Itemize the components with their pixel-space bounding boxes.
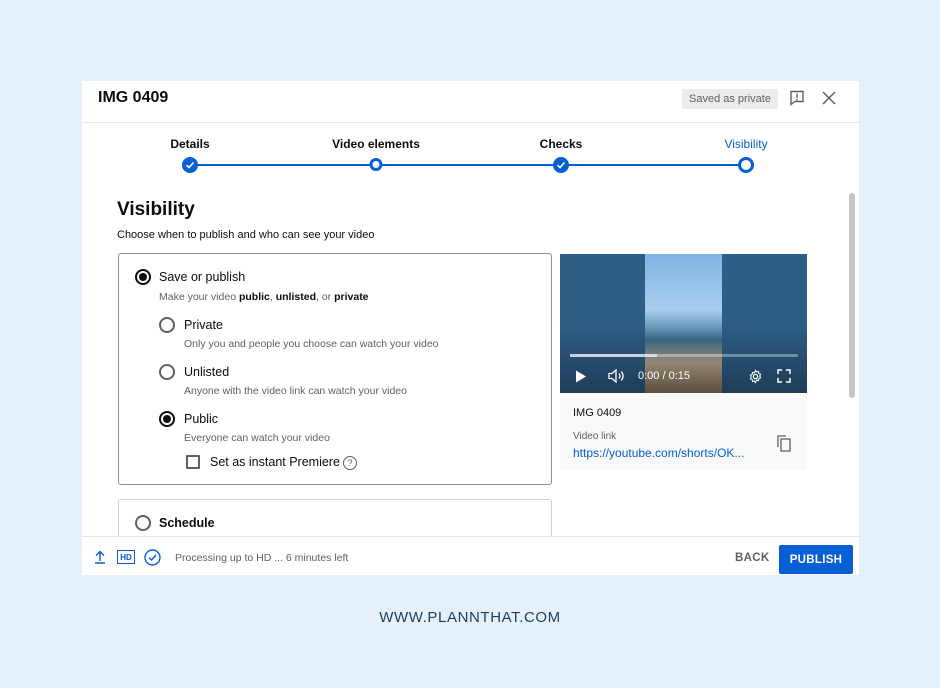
video-title: IMG 0409: [98, 89, 169, 106]
save-or-publish-label: Save or publish: [159, 270, 246, 284]
volume-icon[interactable]: [607, 368, 625, 384]
unlisted-radio[interactable]: [159, 364, 175, 380]
step-details[interactable]: Details: [170, 137, 209, 151]
step-visibility-dot-icon[interactable]: [738, 157, 754, 173]
step-video-elements[interactable]: Video elements: [332, 137, 420, 151]
save-or-publish-card: Save or publish Make your video public, …: [118, 253, 552, 485]
video-shade: [560, 324, 807, 393]
save-or-publish-radio[interactable]: [135, 269, 151, 285]
video-progress-fill: [570, 354, 657, 357]
schedule-radio[interactable]: [135, 515, 151, 531]
dialog-header: IMG 0409 Saved as private: [82, 81, 859, 123]
step-details-check-icon[interactable]: [182, 157, 198, 173]
public-radio[interactable]: [159, 411, 175, 427]
private-desc: Only you and people you choose can watch…: [184, 338, 439, 350]
video-player[interactable]: 0:00 / 0:15: [560, 254, 807, 393]
help-icon[interactable]: ?: [343, 456, 357, 470]
schedule-label: Schedule: [159, 516, 215, 530]
page-title: Visibility: [117, 199, 195, 220]
scrollbar[interactable]: [849, 193, 855, 398]
preview-video-name: IMG 0409: [573, 407, 622, 419]
dialog-footer: HD Processing up to HD ... 6 minutes lef…: [82, 536, 859, 575]
feedback-icon[interactable]: [788, 89, 806, 107]
video-preview: 0:00 / 0:15 IMG 0409 Video link https://…: [560, 254, 807, 470]
video-link[interactable]: https://youtube.com/shorts/OK...: [573, 446, 758, 460]
unlisted-desc: Anyone with the video link can watch you…: [184, 385, 407, 397]
instant-premiere-label: Set as instant Premiere: [210, 455, 340, 469]
step-checks-check-icon[interactable]: [553, 157, 569, 173]
status-badge: Saved as private: [682, 89, 778, 109]
copy-icon[interactable]: [776, 434, 792, 452]
back-button[interactable]: BACK: [735, 552, 769, 564]
processing-status: Processing up to HD ... 6 minutes left: [175, 552, 349, 564]
video-progress-bar[interactable]: [570, 354, 798, 357]
publish-button[interactable]: PUBLISH: [779, 545, 853, 574]
publish-dialog: IMG 0409 Saved as private Details Video …: [82, 81, 859, 575]
step-checks[interactable]: Checks: [540, 137, 583, 151]
public-label: Public: [184, 412, 219, 426]
settings-icon[interactable]: [747, 368, 763, 384]
video-link-label: Video link: [573, 431, 617, 442]
checks-complete-icon[interactable]: [144, 549, 161, 566]
private-radio[interactable]: [159, 317, 175, 333]
play-icon[interactable]: [574, 369, 588, 383]
video-time: 0:00 / 0:15: [638, 370, 690, 382]
save-or-publish-desc: Make your video public, unlisted, or pri…: [159, 291, 369, 303]
unlisted-label: Unlisted: [184, 365, 230, 379]
instant-premiere-checkbox[interactable]: [186, 455, 200, 469]
stepper-line: [190, 164, 746, 166]
page-subtitle: Choose when to publish and who can see y…: [117, 229, 375, 241]
fullscreen-icon[interactable]: [776, 368, 792, 384]
step-video-elements-dot-icon[interactable]: [369, 158, 383, 171]
close-icon[interactable]: [820, 89, 838, 107]
private-label: Private: [184, 318, 223, 332]
step-visibility[interactable]: Visibility: [724, 137, 767, 151]
site-caption: WWW.PLANNTHAT.COM: [379, 609, 561, 626]
upload-icon[interactable]: [93, 550, 107, 564]
public-desc: Everyone can watch your video: [184, 432, 330, 444]
hd-icon[interactable]: HD: [117, 550, 135, 564]
